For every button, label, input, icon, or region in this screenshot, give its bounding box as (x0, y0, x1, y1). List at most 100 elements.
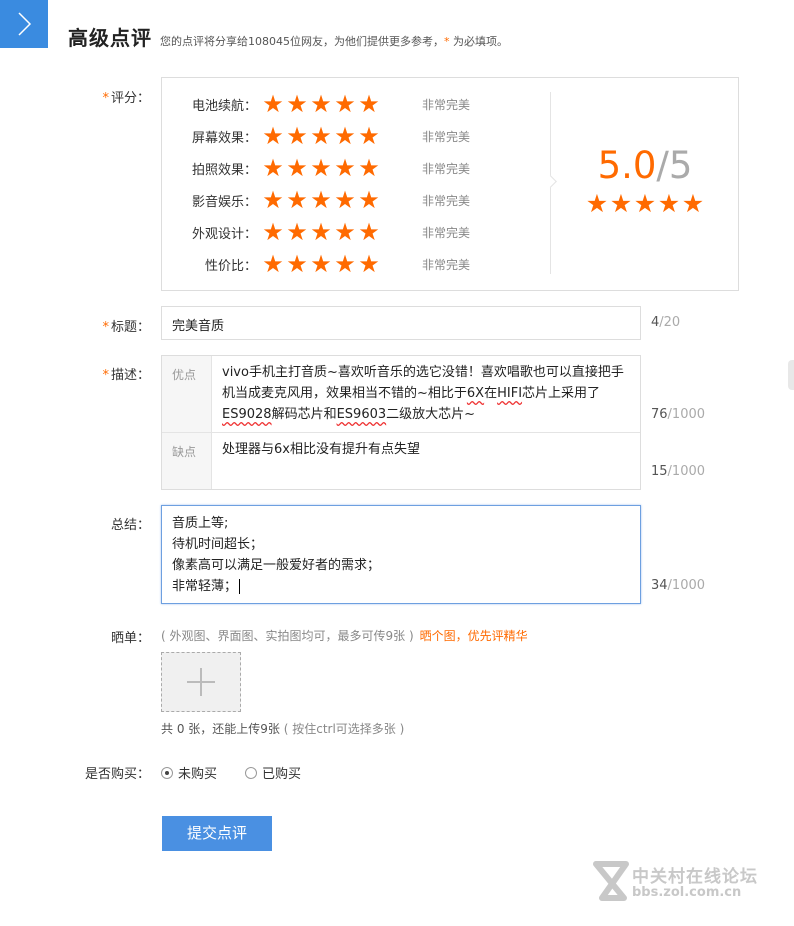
rating-row: 性价比： ★ ★ ★ ★ ★ 非常完美 (162, 252, 542, 276)
radio-not-purchased[interactable]: 未购买 (161, 763, 217, 782)
description-label: * 描述： (0, 364, 150, 383)
upload-count: 共 0 张，还能上传9张 ( 按住ctrl可选择多张 ) (161, 720, 404, 737)
radio-unchecked-icon (245, 766, 258, 779)
star-icon[interactable]: ★ (357, 92, 381, 116)
star-icon[interactable]: ★ (285, 252, 309, 276)
cons-tag: 缺点 (162, 433, 212, 489)
summary-line: 像素高可以满足一般爱好者的需求； (172, 558, 381, 573)
star-icon[interactable]: ★ (261, 92, 285, 116)
pros-text: 芯片上采用了 (522, 386, 601, 401)
star-icon[interactable]: ★ (309, 220, 333, 244)
photo-highlight: 晒个图，优先评精华 (419, 629, 528, 643)
star-icon[interactable]: ★ (333, 124, 357, 148)
cons-textarea[interactable]: 处理器与6x相比没有提升有点失望 (212, 433, 640, 489)
upload-photo-button[interactable] (161, 652, 241, 712)
star-icon[interactable]: ★ (261, 156, 285, 180)
star-icon[interactable]: ★ (285, 124, 309, 148)
zol-logo-icon (593, 861, 629, 901)
star-icon[interactable]: ★ (261, 220, 285, 244)
star-icon[interactable]: ★ (261, 188, 285, 212)
rating-arrow (544, 175, 557, 188)
scroll-edge-handle[interactable] (788, 360, 794, 390)
rating-stars: ★ ★ ★ ★ ★ (261, 156, 381, 180)
star-icon[interactable]: ★ (357, 252, 381, 276)
title-input[interactable]: 完美音质 (161, 306, 641, 340)
star-icon[interactable]: ★ (309, 92, 333, 116)
star-icon[interactable]: ★ (309, 188, 333, 212)
summary-label-text: 总结： (110, 518, 150, 533)
star-icon[interactable]: ★ (333, 220, 357, 244)
star-icon[interactable]: ★ (357, 188, 381, 212)
star-icon[interactable]: ★ (333, 252, 357, 276)
star-icon[interactable]: ★ (333, 156, 357, 180)
overall-score: 5.0/5 (570, 144, 720, 187)
summary-counter: 34/1000 (651, 578, 705, 593)
subtitle-suffix: 为必填项。 (449, 35, 508, 48)
star-icon: ★ (633, 189, 657, 218)
text-caret (239, 579, 241, 594)
star-icon[interactable]: ★ (309, 252, 333, 276)
star-icon[interactable]: ★ (285, 220, 309, 244)
star-icon[interactable]: ★ (309, 124, 333, 148)
summary-line: 音质上等; (172, 516, 229, 531)
star-icon[interactable]: ★ (309, 156, 333, 180)
pros-text: ES9028 (222, 407, 272, 422)
purchased-label: 是否购买： (0, 763, 150, 782)
star-icon[interactable]: ★ (357, 220, 381, 244)
description-box: 优点 vivo手机主打音质~喜欢听音乐的选它没错！喜欢唱歌也可以直接把手机当成麦… (161, 355, 641, 490)
star-icon[interactable]: ★ (261, 252, 285, 276)
sidebar-toggle-button[interactable] (0, 0, 48, 48)
watermark-sub: bbs.zol.com.cn (632, 885, 742, 900)
radio-label: 未购买 (178, 767, 218, 782)
pros-count: 76 (651, 407, 668, 422)
radio-purchased[interactable]: 已购买 (245, 763, 301, 782)
star-icon[interactable]: ★ (333, 92, 357, 116)
cons-counter: 15/1000 (651, 464, 705, 479)
rating-stars: ★ ★ ★ ★ ★ (261, 188, 381, 212)
rating-category-label: 影音娱乐： (191, 194, 257, 210)
cons-row: 缺点 处理器与6x相比没有提升有点失望 (162, 433, 640, 489)
page-header: 高级点评 您的点评将分享给108045位网友，为他们提供更多参考，* 为必填项。 (68, 22, 508, 51)
star-icon[interactable]: ★ (285, 156, 309, 180)
overall-score-value: 5.0 (597, 144, 657, 187)
star-icon[interactable]: ★ (261, 124, 285, 148)
summary-textarea[interactable]: 音质上等; 待机时间超长； 像素高可以满足一般爱好者的需求； 非常轻薄； (161, 505, 641, 604)
rating-category-label: 拍照效果： (191, 162, 257, 178)
summary-line: 非常轻薄； (172, 579, 238, 594)
page-subtitle: 您的点评将分享给108045位网友，为他们提供更多参考，* 为必填项。 (160, 33, 508, 49)
radio-checked-icon (161, 766, 173, 779)
rating-row: 外观设计： ★ ★ ★ ★ ★ 非常完美 (162, 220, 542, 244)
summary-count: 34 (651, 578, 668, 593)
required-mark: * (102, 368, 109, 383)
star-icon[interactable]: ★ (285, 92, 309, 116)
required-mark: * (102, 91, 109, 106)
purchased-label-text: 是否购买： (84, 767, 150, 782)
rating-category-label: 屏幕效果： (191, 130, 257, 146)
submit-review-button[interactable]: 提交点评 (162, 816, 272, 851)
pros-tag: 优点 (162, 356, 212, 432)
pros-textarea[interactable]: vivo手机主打音质~喜欢听音乐的选它没错！喜欢唱歌也可以直接把手机当成麦克风用… (212, 356, 640, 432)
subtitle-prefix: 您的点评将分享给108045位网友，为他们提供更多参考， (160, 35, 444, 48)
rating-row: 影音娱乐： ★ ★ ★ ★ ★ 非常完美 (162, 188, 542, 212)
star-icon[interactable]: ★ (333, 188, 357, 212)
title-counter: 4/20 (651, 315, 680, 330)
pros-text: 解码芯片和 (271, 407, 337, 422)
upload-count-text: 共 0 张，还能上传9张 (161, 722, 280, 736)
plus-icon (187, 668, 215, 696)
cons-count: 15 (651, 464, 668, 479)
rating-row: 电池续航： ★ ★ ★ ★ ★ 非常完美 (162, 92, 542, 116)
rating-description: 非常完美 (422, 258, 471, 272)
overall-score-separator: / (656, 144, 669, 187)
required-mark: * (102, 320, 109, 335)
pros-row: 优点 vivo手机主打音质~喜欢听音乐的选它没错！喜欢唱歌也可以直接把手机当成麦… (162, 356, 640, 433)
rating-description: 非常完美 (422, 194, 471, 208)
rating-stars: ★ ★ ★ ★ ★ (261, 252, 381, 276)
summary-label: 总结： (0, 514, 150, 533)
star-icon[interactable]: ★ (285, 188, 309, 212)
pros-text: 6X (466, 386, 485, 401)
star-icon[interactable]: ★ (357, 156, 381, 180)
pros-text: ES9603 (336, 407, 387, 422)
overall-stars: ★ ★ ★ ★ ★ (570, 191, 720, 217)
star-icon[interactable]: ★ (357, 124, 381, 148)
rating-description: 非常完美 (422, 130, 471, 144)
